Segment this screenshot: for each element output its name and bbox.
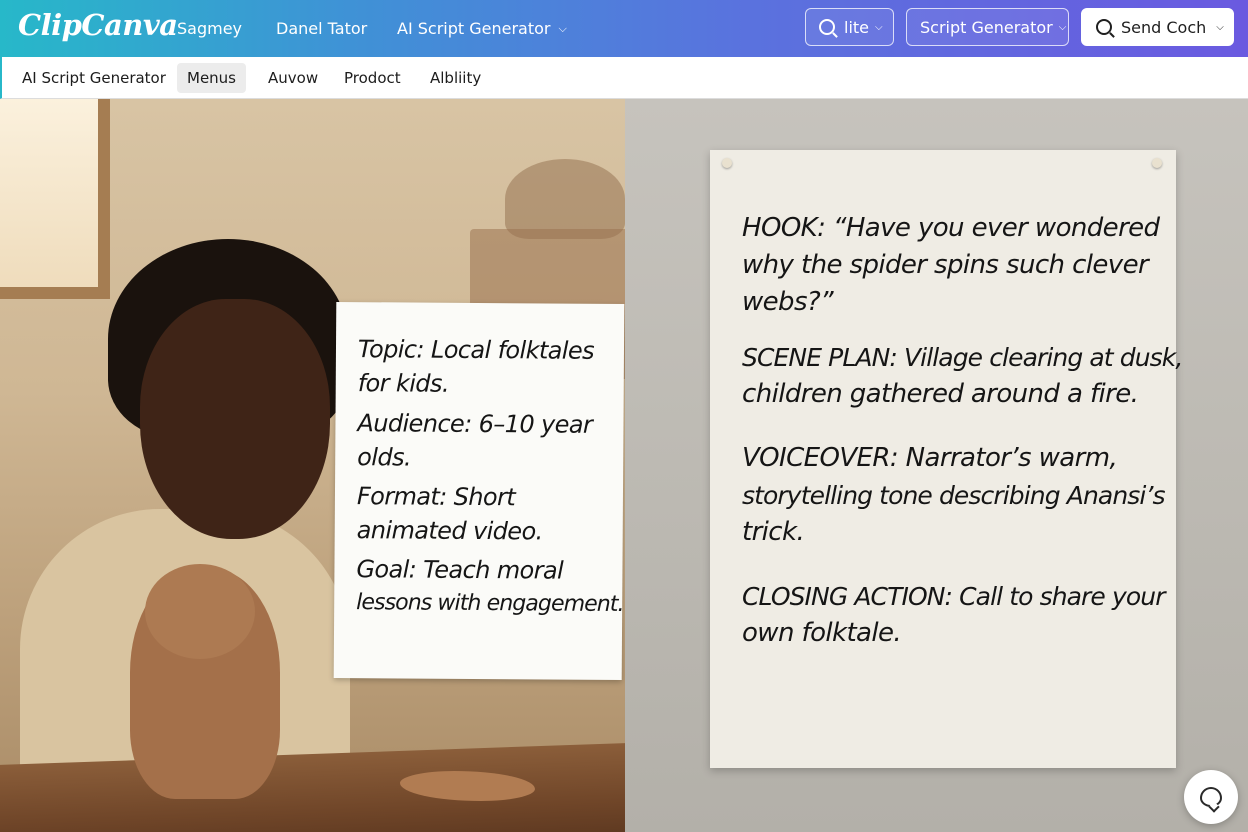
clay-animal-head <box>145 564 255 659</box>
chevron-down-icon: ⌵ <box>1216 21 1224 33</box>
search-icon <box>819 19 835 35</box>
topnav-item-label: AI Script Generator <box>397 19 551 38</box>
tab-label: Menus <box>187 69 236 87</box>
app-logo[interactable]: ClipCanva <box>18 8 178 42</box>
pin-icon <box>1152 158 1162 168</box>
tab-ai-script-generator[interactable]: AI Script Generator <box>12 63 176 93</box>
script-line: children gathered around a fire. <box>742 379 1139 409</box>
note-line: animated video. <box>356 516 543 546</box>
account-pill-button[interactable]: Send Coch ⌵ <box>1081 8 1234 46</box>
script-line: storytelling tone describing Anansi’s <box>742 481 1166 510</box>
window-background <box>0 99 110 299</box>
topnav-item-danel-tator[interactable]: Danel Tator <box>276 0 367 57</box>
chat-support-button[interactable] <box>1184 770 1238 824</box>
script-line: HOOK: “Have you ever wondered <box>742 213 1160 243</box>
search-pill-button[interactable]: lite ⌵ <box>805 8 894 46</box>
script-line: VOICEOVER: Narrator’s warm, <box>742 443 1118 473</box>
account-pill-label: Send Coch <box>1121 17 1207 37</box>
topnav-item-label: Danel Tator <box>276 19 368 38</box>
tab-albliity[interactable]: Albliity <box>420 63 491 93</box>
note-line: Topic: Local folktales <box>357 335 595 365</box>
note-line: lessons with engagement. <box>356 590 624 618</box>
background-clay-figures <box>505 159 625 239</box>
chat-bubble-icon <box>1200 787 1222 807</box>
chevron-down-icon: ⌵ <box>875 21 883 33</box>
chevron-down-icon: ⌵ <box>1058 21 1067 33</box>
tab-label: Prodoct <box>344 69 401 87</box>
script-line: SCENE PLAN: Village clearing at dusk, <box>742 343 1183 372</box>
script-line: why the spider spins such clever <box>742 250 1149 280</box>
top-bar: ClipCanva Sagmey Danel Tator AI Script G… <box>0 0 1248 57</box>
pin-icon <box>722 158 732 168</box>
script-line: webs?” <box>742 287 834 317</box>
search-pill-label: lite <box>844 17 870 37</box>
tab-auvow[interactable]: Auvow <box>258 63 328 93</box>
tab-prodoct[interactable]: Prodoct <box>334 63 411 93</box>
script-generator-pill-button[interactable]: Script Generator ⌵ <box>906 8 1069 46</box>
topnav-item-label: Sagmey <box>177 19 243 38</box>
script-generator-pill-label: Script Generator <box>920 17 1053 37</box>
note-line: Audience: 6–10 year <box>357 409 593 439</box>
sub-navigation: AI Script Generator Menus Auvow Prodoct … <box>0 57 1248 99</box>
script-note-paper: HOOK: “Have you ever wondered why the sp… <box>710 150 1183 768</box>
note-line: Format: Short <box>356 482 516 512</box>
topnav-item-ai-script-generator[interactable]: AI Script Generator ⌵ <box>397 0 567 57</box>
wall-panel: HOOK: “Have you ever wondered why the sp… <box>625 99 1248 832</box>
tab-label: Albliity <box>430 69 482 87</box>
script-line: own folktale. <box>742 618 902 648</box>
script-line: trick. <box>742 517 805 547</box>
topnav-item-sagmey[interactable]: Sagmey <box>177 0 242 57</box>
script-line: CLOSING ACTION: Call to share your <box>742 582 1165 611</box>
note-line: olds. <box>357 443 412 472</box>
child-face <box>140 299 330 539</box>
chevron-down-icon: ⌵ <box>558 21 567 35</box>
note-line: Goal: Teach moral <box>356 555 564 585</box>
tab-label: AI Script Generator <box>22 69 166 87</box>
note-line: for kids. <box>357 369 450 398</box>
tab-label: Auvow <box>268 69 319 87</box>
search-icon <box>1096 19 1112 35</box>
brief-note-paper: Topic: Local folktales for kids. Audienc… <box>333 301 625 681</box>
tab-menus[interactable]: Menus <box>177 63 246 93</box>
